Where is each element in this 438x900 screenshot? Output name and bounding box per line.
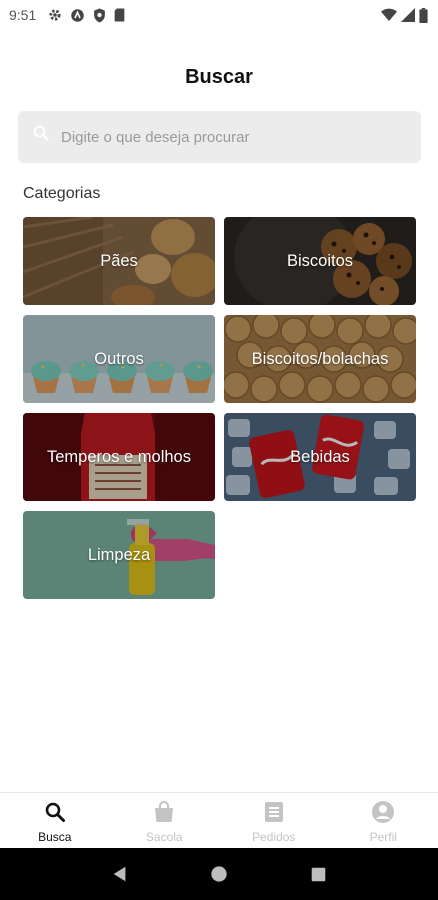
category-card-temperos-e-molhos[interactable]: Temperos e molhos (23, 413, 215, 501)
category-label: Temperos e molhos (47, 447, 191, 466)
category-label: Limpeza (87, 545, 151, 564)
nav-label: Busca (38, 830, 72, 844)
nav-item-pedidos[interactable]: Pedidos (219, 793, 329, 848)
category-label: Biscoitos (286, 251, 354, 270)
categories-heading: Categorias (23, 185, 101, 202)
search-bar[interactable] (18, 111, 421, 163)
recents-icon[interactable] (306, 862, 330, 886)
wifi-icon (381, 8, 397, 22)
category-card-biscoitos[interactable]: Biscoitos (224, 217, 416, 305)
nav-item-perfil[interactable]: Perfil (329, 793, 438, 848)
nav-label: Perfil (369, 830, 397, 844)
sync-icon (70, 8, 85, 23)
search-icon (45, 802, 65, 822)
sd-card-icon (114, 8, 125, 22)
receipt-icon (264, 802, 283, 822)
category-label: Biscoitos/bolachas (251, 349, 389, 368)
category-card-bebidas[interactable]: Bebidas (224, 413, 416, 501)
bottom-navigation: Busca Sacola Pedidos Perfil (0, 792, 438, 848)
home-icon[interactable] (207, 862, 231, 886)
nav-item-busca[interactable]: Busca (0, 793, 110, 848)
category-label: Pães (100, 251, 138, 270)
category-card-biscoitos-bolachas[interactable]: Biscoitos/bolachas (224, 315, 416, 403)
settings-icon (48, 8, 62, 22)
nav-label: Sacola (145, 830, 183, 844)
nav-item-sacola[interactable]: Sacola (110, 793, 220, 848)
signal-icon (401, 8, 415, 22)
search-input[interactable] (61, 128, 391, 146)
nav-label: Pedidos (252, 830, 296, 844)
shield-icon (93, 8, 106, 23)
bag-icon (155, 800, 174, 822)
system-navigation-bar (0, 848, 438, 900)
status-time: 9:51 (9, 7, 37, 23)
profile-icon (372, 801, 395, 823)
category-card-paes[interactable]: Pães (23, 217, 215, 305)
search-icon (33, 125, 49, 141)
battery-icon (419, 7, 428, 23)
category-grid: Pães Biscoitos Outros Biscoitos/bolachas… (23, 217, 416, 599)
status-bar: 9:51 (0, 0, 438, 30)
category-card-limpeza[interactable]: Limpeza (23, 511, 215, 599)
back-icon[interactable] (108, 862, 132, 886)
category-card-outros[interactable]: Outros (23, 315, 215, 403)
category-label: Outros (94, 349, 144, 368)
page-title: Buscar (185, 66, 253, 88)
category-label: Bebidas (290, 447, 350, 466)
